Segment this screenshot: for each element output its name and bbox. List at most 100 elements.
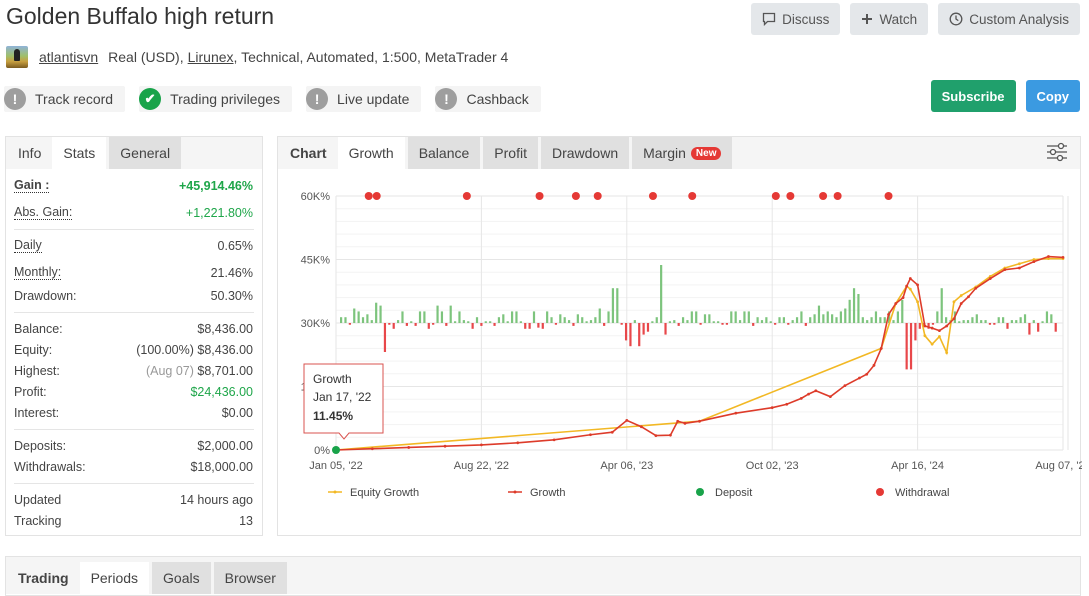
bar [515, 311, 518, 323]
tab-goals[interactable]: Goals [152, 562, 211, 594]
gain-label[interactable]: Gain : [14, 178, 50, 193]
data-point [923, 324, 927, 328]
bar [611, 288, 615, 323]
bar [747, 311, 750, 323]
bar [616, 288, 619, 323]
tab-periods[interactable]: Periods [79, 562, 150, 594]
bar [993, 323, 996, 325]
detail-leverage: , 1:500 [374, 49, 417, 65]
stat-withdrawals: Withdrawals: $18,000.00 [6, 456, 262, 477]
tab-balance[interactable]: Balance [407, 137, 481, 169]
badge-track-record[interactable]: ! Track record [4, 86, 126, 112]
bar [717, 321, 720, 323]
x-tick-label: Oct 02, '23 [746, 460, 799, 472]
bar [427, 323, 430, 329]
discuss-label: Discuss [782, 11, 830, 27]
stat-equity: Equity: (100.00%) $8,436.00 [6, 339, 262, 360]
subscribe-button[interactable]: Subscribe [930, 80, 1016, 112]
custom-analysis-button[interactable]: Custom Analysis [938, 3, 1080, 35]
deposit-marker [332, 446, 340, 454]
abs-gain-label[interactable]: Abs. Gain: [14, 205, 73, 220]
withdrawal-marker [786, 192, 795, 200]
bar [896, 311, 899, 323]
data-point [843, 384, 847, 388]
broker-link[interactable]: Lirunex [188, 49, 234, 65]
detail-automation: , Automated [299, 49, 375, 65]
deposits-label: Deposits: [14, 438, 67, 453]
bar [1023, 314, 1027, 323]
data-point [589, 433, 592, 437]
growth-chart[interactable]: 0%15K%30K%45K%60K% Jan 05, '22Aug 22, '2… [278, 171, 1082, 535]
discuss-button[interactable]: Discuss [751, 3, 841, 35]
user-link[interactable]: atlantisvn [39, 49, 98, 65]
tab-growth[interactable]: Growth [337, 137, 405, 169]
stat-monthly: Monthly: 21.46% [6, 262, 262, 283]
bar [550, 317, 553, 323]
tab-info[interactable]: Info [6, 137, 52, 169]
bar [589, 320, 593, 323]
data-point [1061, 255, 1065, 259]
tab-margin[interactable]: Margin New [632, 137, 733, 169]
tab-browser[interactable]: Browser [213, 562, 287, 594]
bar [480, 323, 483, 326]
drawdown-value: 50.30% [210, 288, 253, 303]
badge-cashback[interactable]: ! Cashback [435, 86, 541, 112]
data-point [1003, 268, 1007, 272]
badge-live-update[interactable]: ! Live update [306, 86, 422, 112]
bar [576, 314, 579, 323]
bar [375, 302, 378, 323]
monthly-label[interactable]: Monthly: [14, 265, 62, 280]
bar [945, 317, 948, 323]
chart-tabs: Chart Growth Balance Profit Drawdown Mar… [278, 137, 1080, 169]
bar [567, 320, 571, 323]
data-point [407, 446, 411, 449]
bar [1015, 320, 1018, 323]
bar [971, 317, 974, 323]
interest-label: Interest: [14, 405, 60, 420]
bar [353, 308, 356, 323]
bar [506, 321, 509, 323]
badge-trading-privileges[interactable]: ✔ Trading privileges [139, 86, 293, 112]
bar [660, 265, 663, 323]
y-tick-label: 30K% [301, 318, 331, 330]
tab-general[interactable]: General [109, 137, 182, 169]
bar [383, 323, 387, 352]
bar [914, 323, 917, 341]
bar [1050, 314, 1053, 323]
bar [813, 314, 816, 323]
data-point [908, 277, 912, 280]
watch-label: Watch [879, 11, 918, 27]
profit-value: $24,436.00 [190, 384, 253, 399]
bar [892, 320, 895, 323]
bar [905, 323, 908, 370]
withdrawal-marker [593, 192, 602, 200]
bar [484, 321, 487, 323]
equity-label: Equity: [14, 342, 53, 357]
detail-strategy: , Technical [233, 49, 300, 65]
data-point [974, 286, 978, 290]
plus-icon [861, 13, 873, 25]
bar [760, 320, 764, 323]
data-point [1017, 262, 1021, 266]
data-point [858, 376, 861, 380]
x-tick-label: Apr 16, '24 [891, 460, 944, 472]
bar [1019, 317, 1022, 323]
chart-settings-icon[interactable] [1046, 142, 1068, 167]
data-point [945, 351, 949, 355]
daily-value: 0.65% [217, 238, 253, 253]
bar [633, 320, 636, 323]
tab-profit[interactable]: Profit [483, 137, 538, 169]
watch-button[interactable]: Watch [850, 3, 929, 35]
stat-updated: Updated 14 hours ago [6, 489, 262, 510]
bar [471, 323, 474, 329]
tab-drawdown[interactable]: Drawdown [540, 137, 630, 169]
bar [852, 288, 856, 323]
daily-label[interactable]: Daily [14, 238, 42, 253]
x-tick-label: Apr 06, '23 [600, 460, 653, 472]
bar [392, 323, 395, 329]
data-point [908, 287, 912, 291]
tab-stats[interactable]: Stats [52, 137, 107, 169]
avatar[interactable] [6, 46, 28, 68]
bar [497, 317, 501, 323]
copy-button[interactable]: Copy [1025, 80, 1080, 112]
